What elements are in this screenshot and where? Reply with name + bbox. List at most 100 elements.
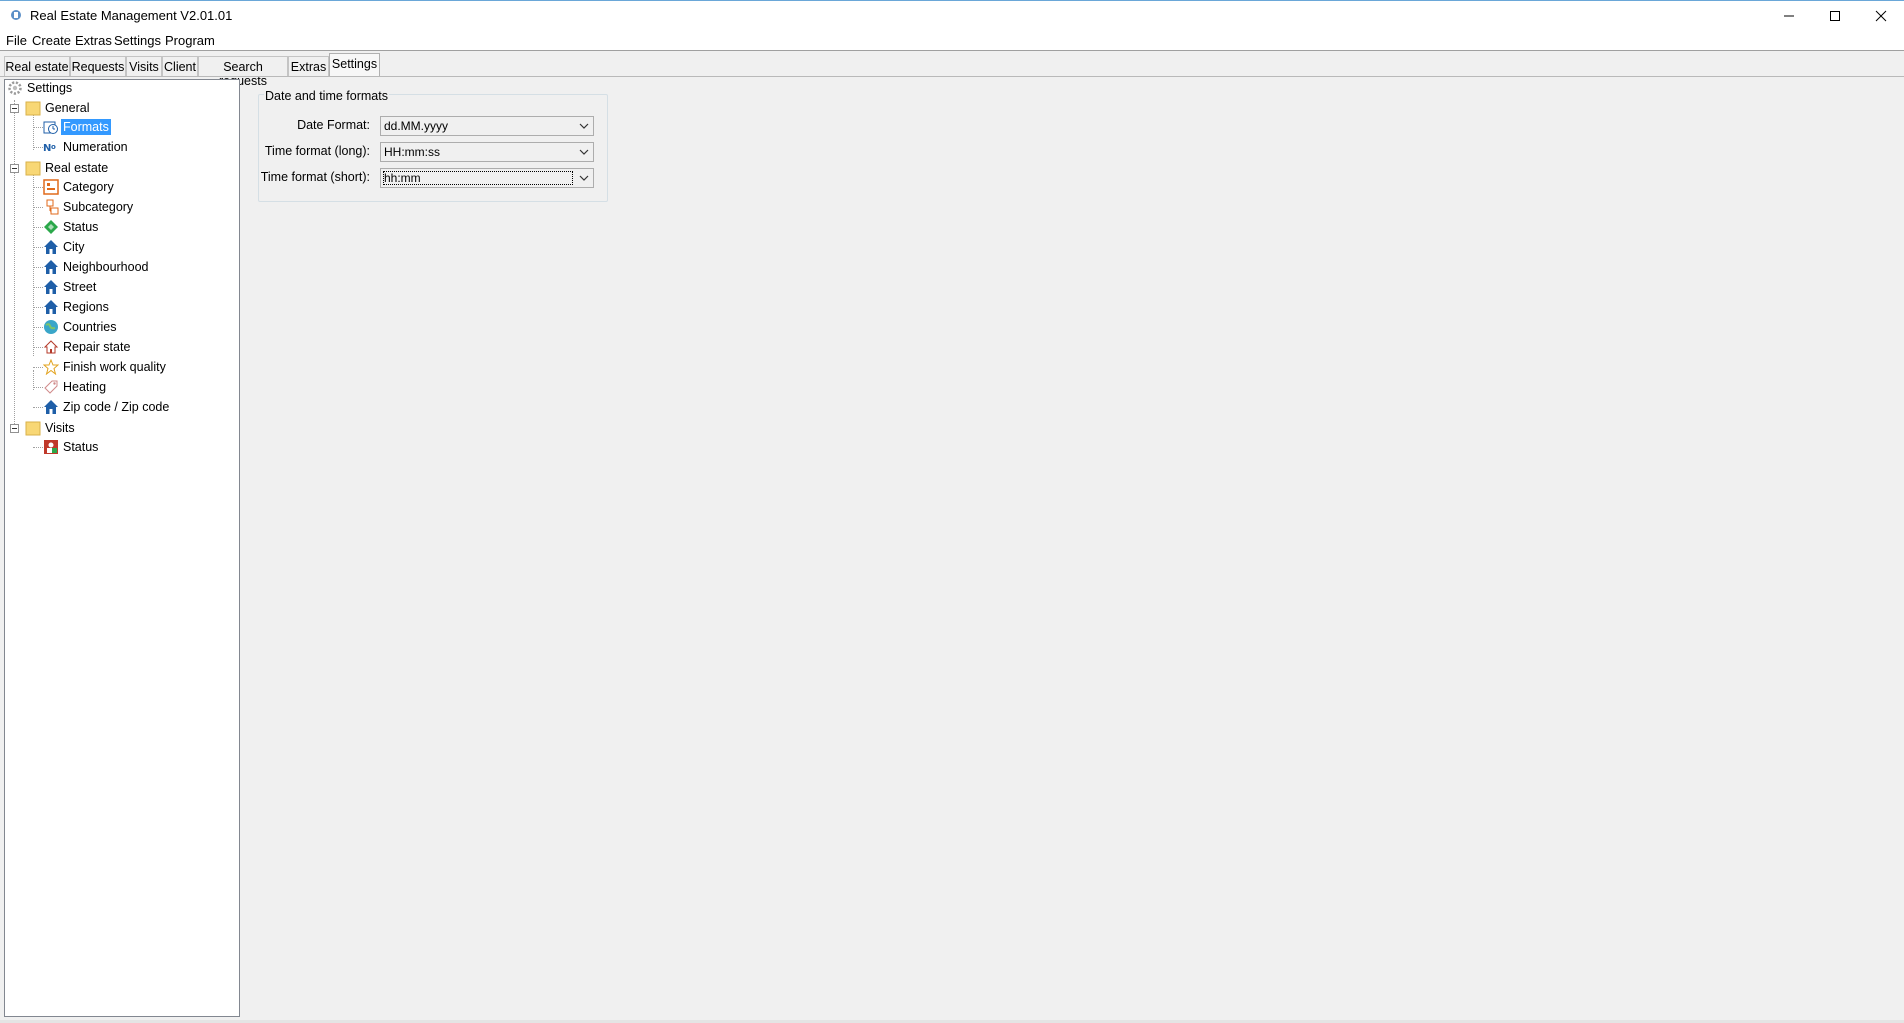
menu-separator [0, 50, 1904, 51]
globe-icon [44, 320, 58, 334]
tree-node-general[interactable]: General [25, 98, 91, 118]
house-icon [44, 240, 58, 254]
folder-icon [25, 101, 41, 116]
category-icon [43, 179, 59, 195]
maximize-button[interactable] [1812, 1, 1858, 31]
tree-connector [33, 127, 43, 128]
tree-item-label: Countries [63, 320, 117, 334]
tree-node-visits[interactable]: Visits [25, 418, 77, 438]
menu-settings[interactable]: Settings [114, 33, 161, 48]
tree-item-label: Finish work quality [63, 360, 166, 374]
tree-item-city[interactable]: City [43, 237, 87, 257]
date-format-value: dd.MM.yyyy [384, 119, 449, 133]
maximize-icon [1830, 11, 1840, 21]
tree-item-finish-work-quality[interactable]: Finish work quality [43, 357, 168, 377]
time-format-short-value: hh:mm [384, 171, 421, 185]
tree-item-numeration[interactable]: No Numeration [43, 137, 130, 157]
tree-item-label: City [63, 240, 85, 254]
tree-item-label: Subcategory [63, 200, 134, 214]
tree-item-street[interactable]: Street [43, 277, 98, 297]
time-format-short-label: Time format (short): [260, 170, 370, 184]
collapse-real-estate-toggle[interactable] [10, 164, 19, 173]
tab-real-estate[interactable]: Real estate [4, 56, 70, 76]
tree-connector [33, 327, 43, 328]
close-button[interactable] [1858, 1, 1904, 31]
tree-node-label: Visits [45, 421, 75, 435]
tree-item-label: Numeration [63, 140, 128, 154]
tree-item-neighbourhood[interactable]: Neighbourhood [43, 257, 151, 277]
minimize-button[interactable] [1766, 1, 1812, 31]
date-format-select[interactable]: dd.MM.yyyy [380, 116, 594, 136]
tree-connector [33, 347, 43, 348]
tree-item-regions[interactable]: Regions [43, 297, 111, 317]
tree-root-settings[interactable]: Settings [7, 78, 74, 98]
folder-icon [25, 161, 41, 176]
tab-settings[interactable]: Settings [329, 53, 380, 77]
menu-extras[interactable]: Extras [75, 33, 112, 48]
tree-root-label: Settings [27, 81, 73, 95]
tree-item-label: Status [63, 440, 99, 454]
tab-client[interactable]: Client [162, 56, 198, 76]
tree-node-real-estate[interactable]: Real estate [25, 158, 110, 178]
tree-item-heating[interactable]: Heating [43, 377, 108, 397]
tree-item-zip-code[interactable]: Zip code / Zip code [43, 397, 171, 417]
visit-status-icon [44, 440, 58, 454]
tree-connector [33, 407, 43, 408]
tree-connector [33, 147, 43, 148]
collapse-general-toggle[interactable] [10, 104, 19, 113]
collapse-visits-toggle[interactable] [10, 424, 19, 433]
menu-program[interactable]: Program [165, 33, 215, 48]
star-icon [43, 359, 59, 375]
tree-item-repair-state[interactable]: Repair state [43, 337, 132, 357]
chevron-down-icon [579, 149, 589, 155]
formats-icon [43, 121, 58, 134]
tree-item-label: Zip code / Zip code [63, 400, 170, 414]
tab-underline [0, 76, 1904, 77]
tree-connector [33, 287, 43, 288]
tree-connector [33, 170, 34, 356]
tree-item-formats[interactable]: Formats [43, 117, 111, 137]
menu-create[interactable]: Create [32, 33, 71, 48]
chevron-down-icon [579, 123, 589, 129]
tree-item-category[interactable]: Category [43, 177, 116, 197]
chevron-down-icon [579, 175, 589, 181]
house-icon [44, 260, 58, 274]
house-icon [44, 400, 58, 414]
date-format-label: Date Format: [297, 118, 370, 132]
subcategory-icon [46, 199, 59, 215]
tree-connector [33, 267, 43, 268]
tree-node-label: General [45, 101, 90, 115]
app-icon [11, 10, 21, 20]
tree-connector [33, 367, 43, 368]
tag-icon [44, 380, 58, 394]
time-format-short-select[interactable]: hh:mm [380, 168, 594, 188]
folder-icon [25, 421, 41, 436]
tree-item-label: Regions [63, 300, 109, 314]
group-title: Date and time formats [264, 89, 389, 103]
tree-item-label: Neighbourhood [63, 260, 149, 274]
tree-item-visits-status[interactable]: Status [43, 437, 100, 457]
status-diamond-icon [44, 220, 58, 234]
house-icon [44, 300, 58, 314]
title-bar: Real Estate Management V2.01.01 [0, 0, 1904, 30]
tree-item-label: Status [63, 220, 99, 234]
tree-item-status[interactable]: Status [43, 217, 100, 237]
time-format-long-value: HH:mm:ss [384, 145, 440, 159]
settings-tree[interactable]: Settings General Formats No Numeration R… [4, 79, 240, 1017]
menu-file[interactable]: File [6, 33, 27, 48]
tree-connector [14, 100, 15, 430]
tree-item-countries[interactable]: Countries [43, 317, 119, 337]
tab-search-requests[interactable]: Search requests [198, 56, 288, 88]
tab-requests[interactable]: Requests [70, 56, 126, 76]
tab-visits[interactable]: Visits [126, 56, 162, 76]
time-format-long-select[interactable]: HH:mm:ss [380, 142, 594, 162]
tree-item-subcategory[interactable]: Subcategory [43, 197, 135, 217]
tab-extras[interactable]: Extras [288, 56, 329, 76]
svg-text:o: o [51, 143, 56, 151]
minimize-icon [1784, 15, 1794, 17]
tree-connector [33, 307, 43, 308]
house-icon [44, 280, 58, 294]
main-tabs: Real estate Requests Visits Client Searc… [0, 53, 1904, 88]
menu-bar: File Create Extras Settings Program [0, 30, 1904, 50]
close-icon [1875, 10, 1887, 22]
